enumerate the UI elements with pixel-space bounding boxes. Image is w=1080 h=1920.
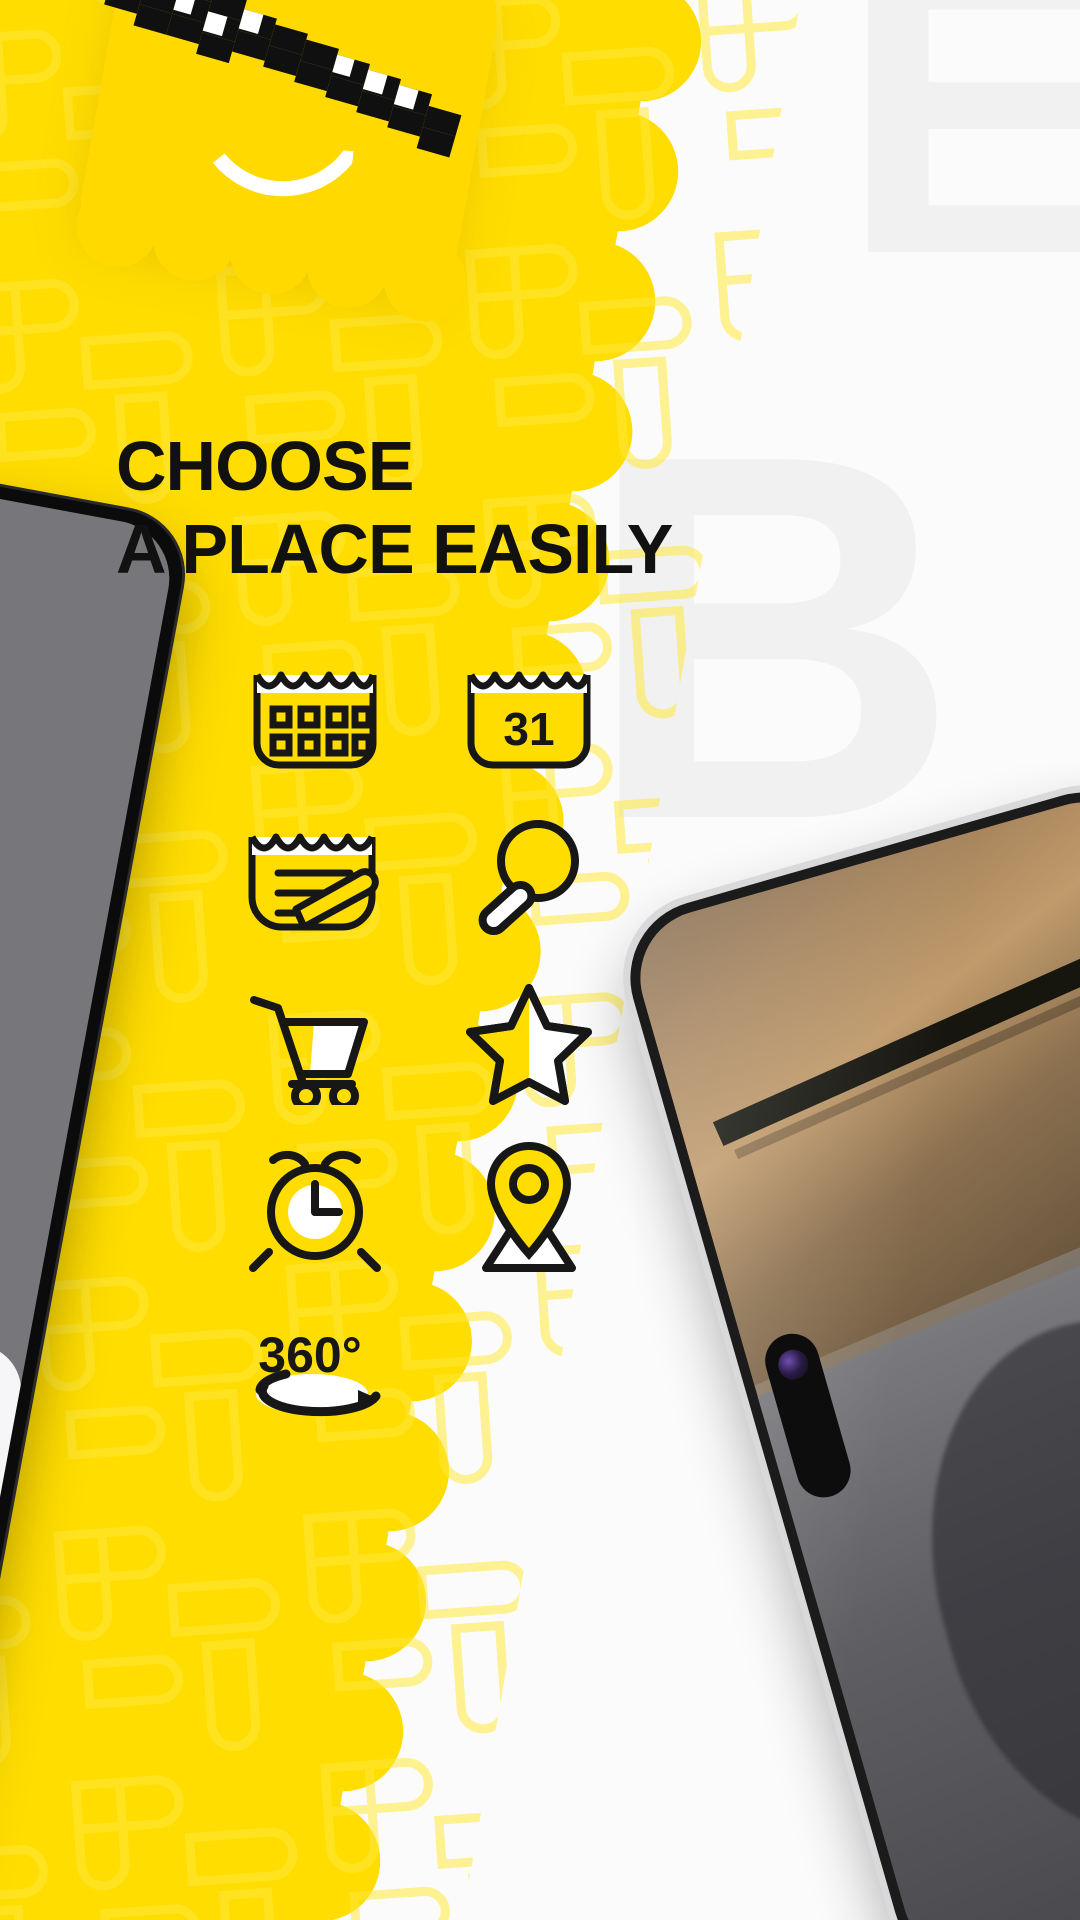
three-sixty-icon: 360°: [240, 1298, 390, 1448]
mascot: [52, 0, 547, 433]
magnifier-icon: [454, 803, 604, 953]
star-icon: [454, 968, 604, 1118]
page-title: CHOOSE A PLACE EASILY: [116, 425, 673, 590]
feature-icon-grid: 31 360°: [240, 630, 640, 1455]
headline-line-2: A PLACE EASILY: [116, 509, 673, 588]
shopping-cart-icon: [240, 968, 390, 1118]
calendar-grid-icon: [240, 638, 390, 788]
calendar-date-icon: 31: [454, 638, 604, 788]
headline-line-1: CHOOSE: [116, 427, 414, 505]
calendar-date-value: 31: [503, 703, 554, 755]
camera-lens-icon: [774, 1346, 812, 1384]
map-pin-icon: [454, 1133, 604, 1283]
alarm-clock-icon: [240, 1133, 390, 1283]
notepad-pen-icon: [240, 803, 390, 953]
three-sixty-label: 360°: [258, 1327, 361, 1383]
